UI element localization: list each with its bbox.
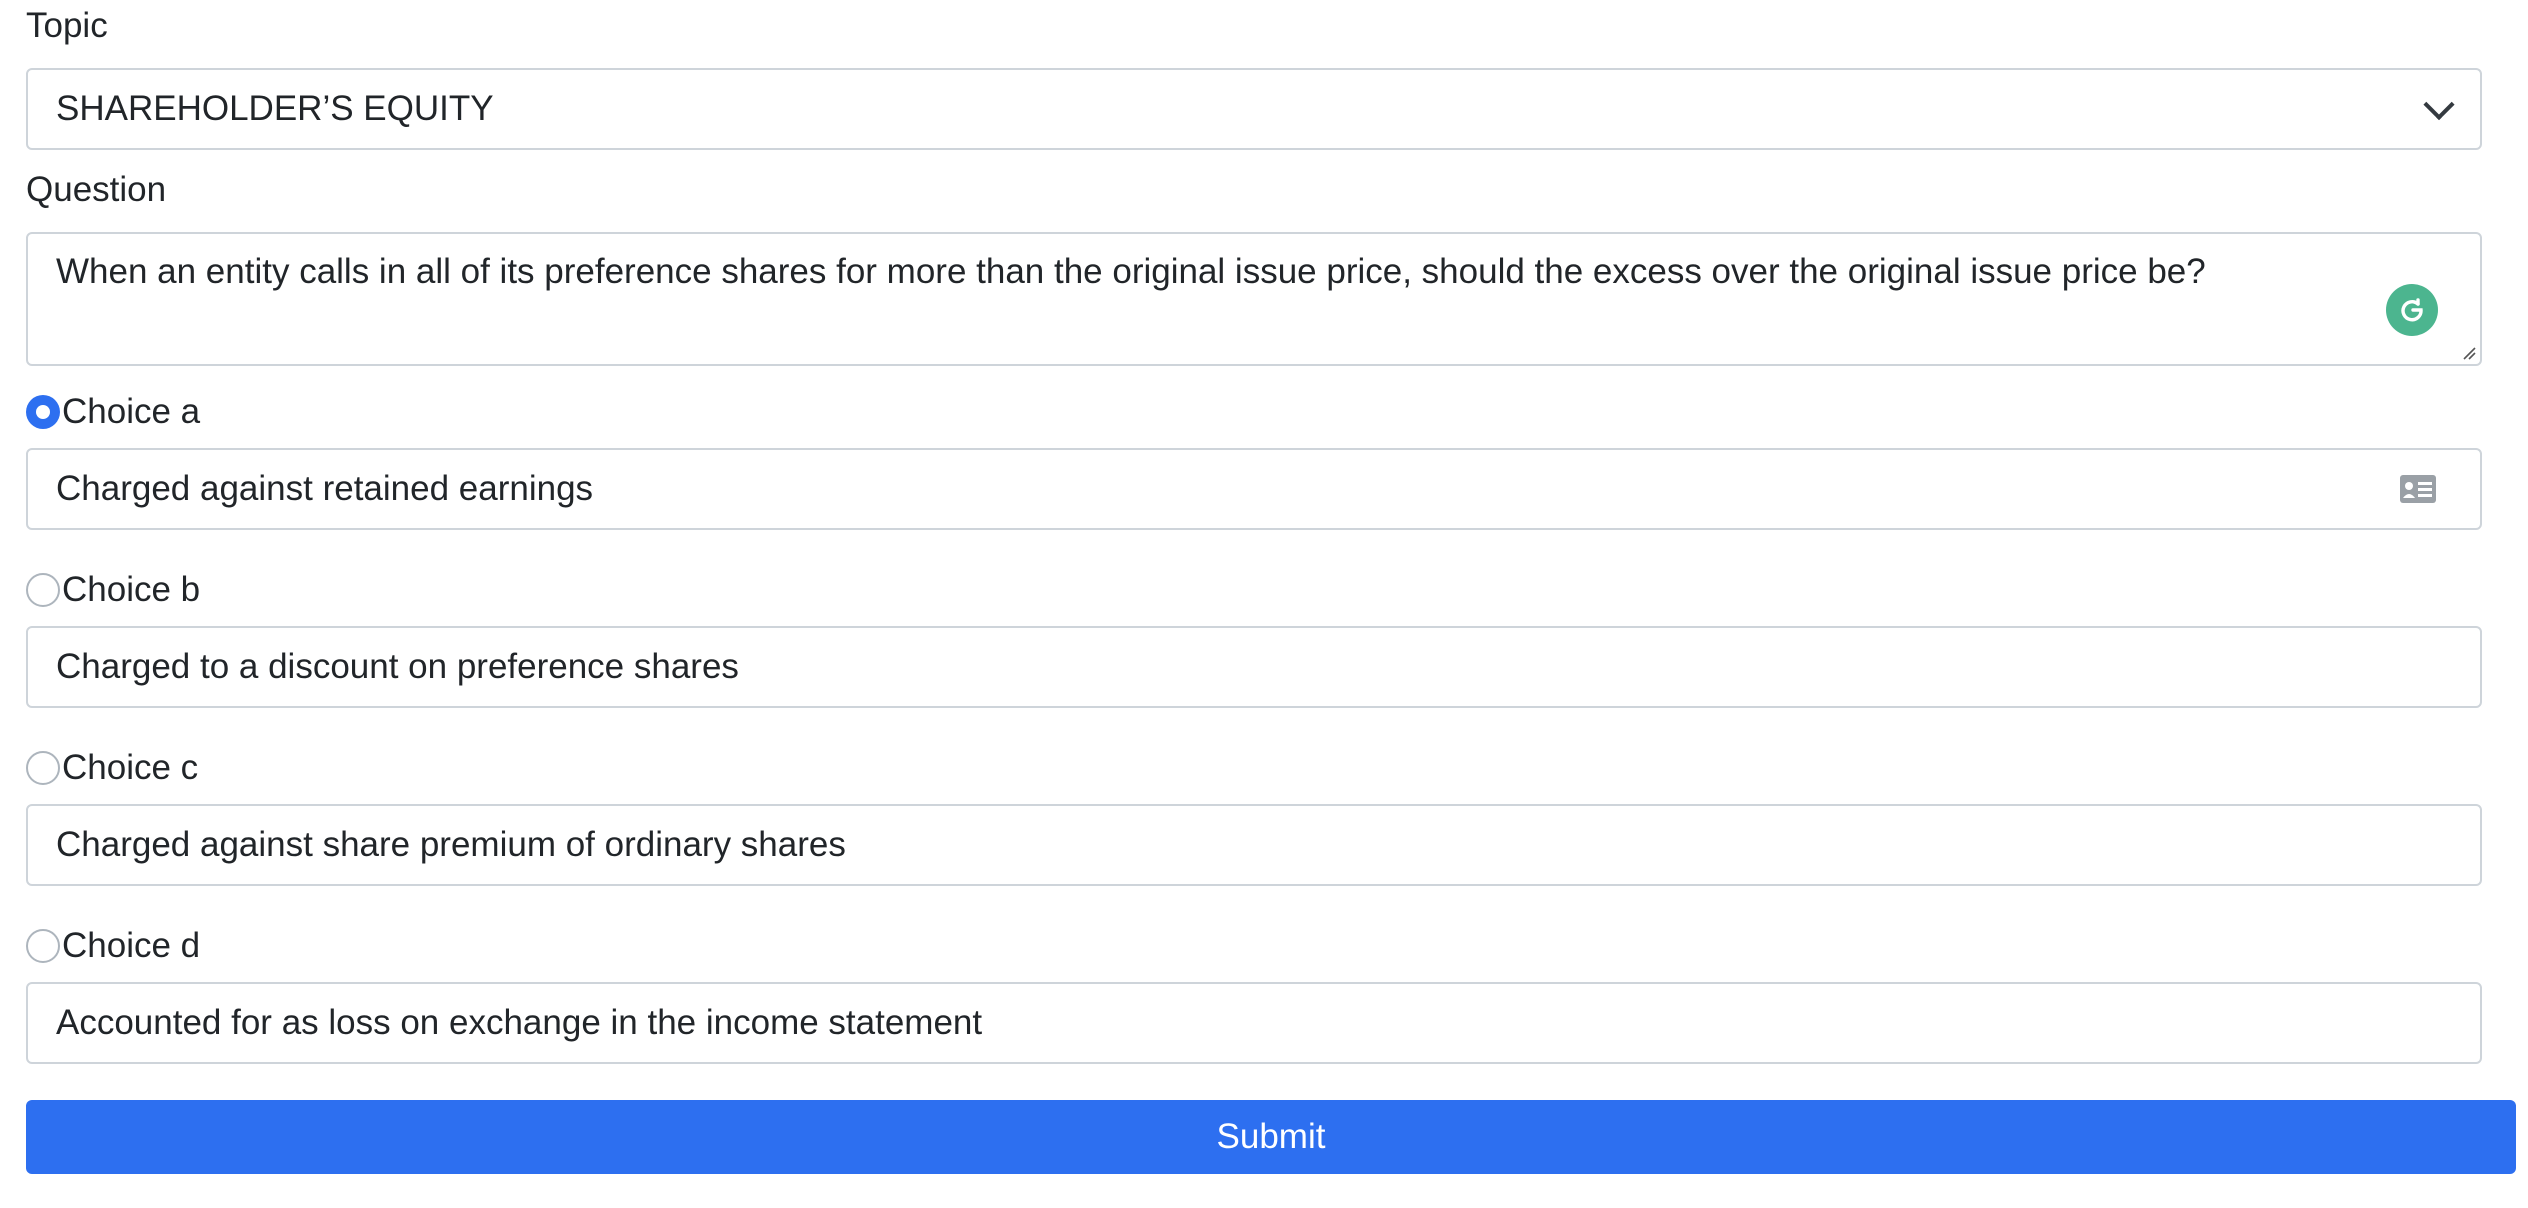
grammarly-icon[interactable] [2386,284,2438,336]
choice-d-label: Choice d [26,920,2482,972]
choice-d-input[interactable]: Accounted for as loss on exchange in the… [26,982,2482,1064]
question-label-text: Question [26,170,167,209]
contact-card-icon[interactable] [2400,475,2436,503]
submit-button[interactable]: Submit [26,1100,2516,1174]
choice-b-radio[interactable] [26,573,60,607]
choice-a-label: Choice a [26,386,2482,438]
question-form: Topic SHAREHOLDER’S EQUITY Question When… [26,0,2516,1174]
choice-b-input[interactable]: Charged to a discount on preference shar… [26,626,2482,708]
choice-c-input[interactable]: Charged against share premium of ordinar… [26,804,2482,886]
choice-a-input[interactable]: Charged against retained earnings [26,448,2482,530]
topic-selected-value: SHAREHOLDER’S EQUITY [56,89,494,128]
topic-label: Topic [26,0,2482,52]
choice-a-radio[interactable] [26,395,60,429]
choice-d-label-text: Choice d [62,926,201,965]
choice-c-label: Choice c [26,742,2482,794]
topic-select[interactable]: SHAREHOLDER’S EQUITY [26,68,2482,150]
choice-c-label-text: Choice c [62,748,199,787]
choice-d-value: Accounted for as loss on exchange in the… [56,1003,983,1042]
choice-a-label-text: Choice a [62,392,201,431]
topic-label-text: Topic [26,6,108,45]
choice-c-value: Charged against share premium of ordinar… [56,825,846,864]
question-textarea[interactable]: When an entity calls in all of its prefe… [26,232,2482,366]
question-label: Question [26,164,2482,216]
choice-d-radio[interactable] [26,929,60,963]
choice-b-value: Charged to a discount on preference shar… [56,647,739,686]
choice-b-label: Choice b [26,564,2482,616]
choice-c-radio[interactable] [26,751,60,785]
choice-a-value: Charged against retained earnings [56,469,594,508]
choice-b-label-text: Choice b [62,570,201,609]
chevron-down-icon [2423,89,2455,121]
question-text: When an entity calls in all of its prefe… [56,252,2206,291]
resize-grip-icon[interactable] [2462,346,2476,360]
